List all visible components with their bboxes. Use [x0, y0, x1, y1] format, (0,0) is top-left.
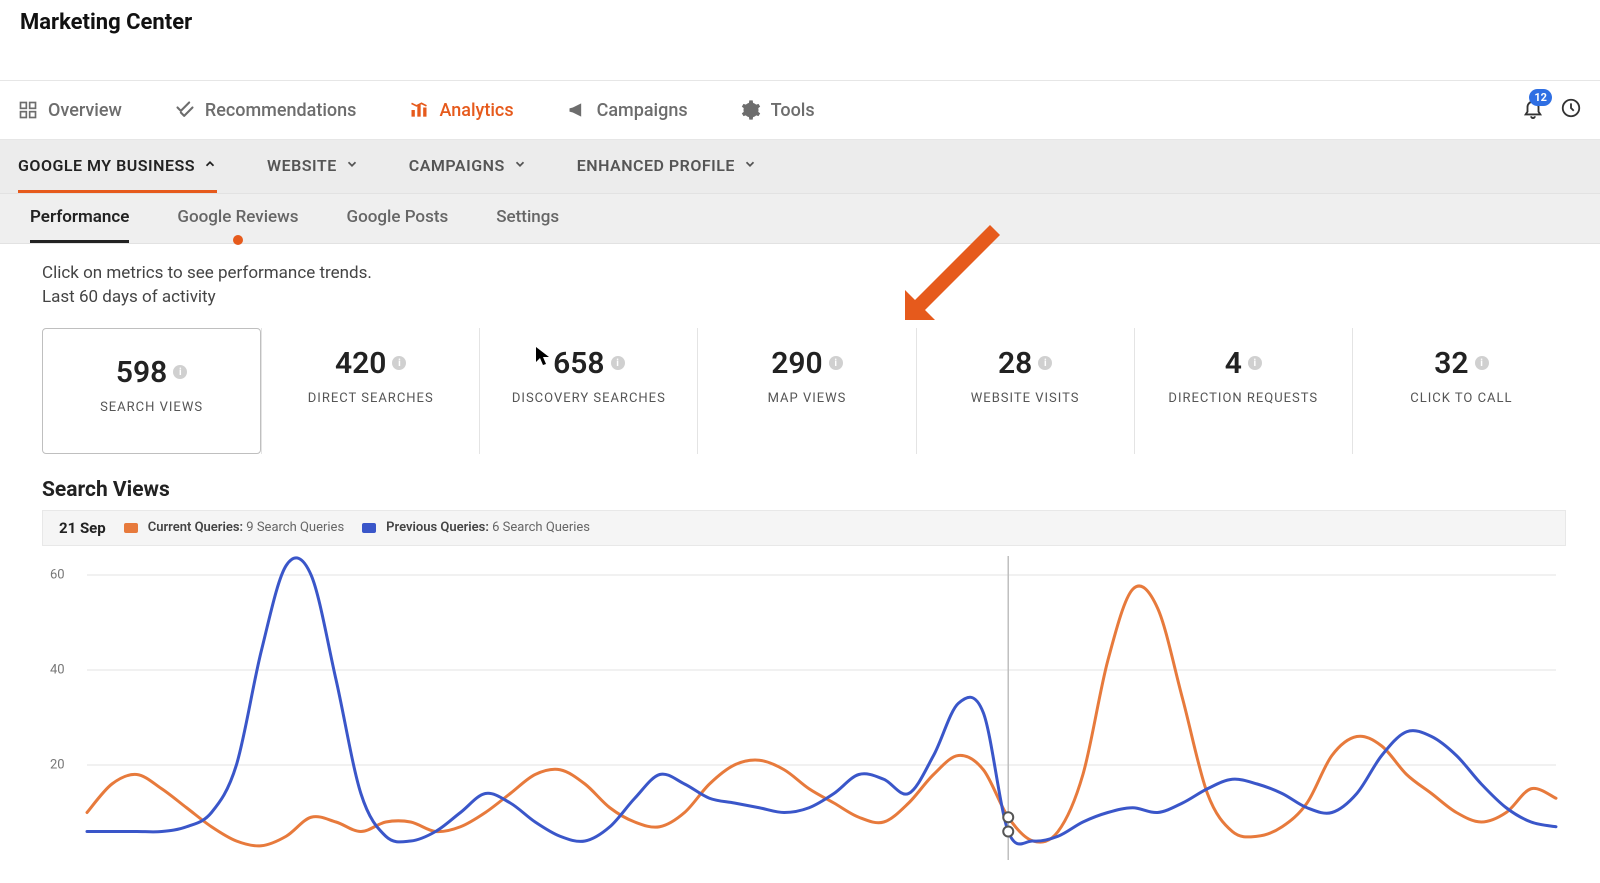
tab-label: Google Posts: [347, 207, 449, 227]
info-icon[interactable]: i: [829, 356, 843, 370]
history-button[interactable]: [1560, 97, 1582, 123]
nav-label: Campaigns: [597, 100, 688, 121]
grid-icon: [18, 100, 38, 120]
chart-title: Search Views: [42, 478, 1570, 502]
info-icon[interactable]: i: [611, 356, 625, 370]
subtab-label: WEBSITE: [267, 156, 337, 175]
page-title: Marketing Center: [0, 0, 1600, 80]
chevron-down-icon: [743, 156, 757, 175]
metric-value: 32: [1434, 346, 1468, 381]
info-icon[interactable]: i: [1038, 356, 1052, 370]
subtab-google-my-business[interactable]: GOOGLE MY BUSINESS: [18, 140, 217, 193]
metrics-row: 598 i SEARCH VIEWS 420 i DIRECT SEARCHES 658 i D…: [42, 328, 1570, 454]
y-axis-tick: 60: [50, 567, 65, 582]
swatch-orange-icon: [124, 523, 138, 533]
info-icon[interactable]: i: [173, 365, 187, 379]
metric-label: DIRECTION REQUESTS: [1145, 391, 1342, 406]
y-axis-tick: 40: [50, 662, 65, 677]
nav-campaigns[interactable]: Campaigns: [567, 81, 716, 139]
metric-card[interactable]: 32 i CLICK TO CALL: [1352, 328, 1570, 454]
tab-label: Settings: [496, 207, 559, 227]
nav-analytics[interactable]: Analytics: [409, 81, 541, 139]
metric-value: 420: [335, 346, 386, 381]
metric-label: MAP VIEWS: [708, 391, 905, 406]
legend-current-value: 9 Search Queries: [246, 520, 344, 535]
subtab-campaigns[interactable]: CAMPAIGNS: [409, 140, 527, 193]
metric-card[interactable]: 28 i WEBSITE VISITS: [916, 328, 1134, 454]
metric-label: SEARCH VIEWS: [53, 400, 250, 415]
top-nav: Overview Recommendations Analytics Campa…: [0, 80, 1600, 140]
swatch-blue-icon: [362, 523, 376, 533]
check-icon: [175, 100, 195, 120]
subtab-website[interactable]: WEBSITE: [267, 140, 359, 193]
chart-legend: 21 Sep Current Queries: 9 Search Queries…: [42, 510, 1566, 546]
info-icon[interactable]: i: [1248, 356, 1262, 370]
chevron-down-icon: [345, 156, 359, 175]
hint-line: Click on metrics to see performance tren…: [42, 262, 1570, 286]
nav-overview[interactable]: Overview: [18, 81, 150, 139]
y-axis-tick: 20: [50, 757, 65, 772]
indicator-dot-icon: [233, 235, 243, 245]
metric-value: 658: [553, 346, 604, 381]
chart-area[interactable]: 20 40 60: [42, 546, 1566, 866]
metric-label: DIRECT SEARCHES: [272, 391, 469, 406]
metric-card[interactable]: 290 i MAP VIEWS: [697, 328, 915, 454]
tab-google-posts[interactable]: Google Posts: [347, 194, 449, 243]
gear-icon: [741, 100, 761, 120]
metric-card[interactable]: 598 i SEARCH VIEWS: [42, 328, 261, 454]
chevron-down-icon: [513, 156, 527, 175]
notifications-badge: 12: [1529, 89, 1552, 106]
legend-previous-value: 6 Search Queries: [492, 520, 590, 535]
metric-label: CLICK TO CALL: [1363, 391, 1560, 406]
subtab-label: CAMPAIGNS: [409, 156, 505, 175]
megaphone-icon: [567, 100, 587, 120]
tab-label: Google Reviews: [177, 207, 298, 227]
bars-icon: [409, 100, 429, 120]
sub-nav: GOOGLE MY BUSINESS WEBSITE CAMPAIGNS ENH…: [0, 140, 1600, 194]
metric-label: DISCOVERY SEARCHES: [490, 391, 687, 406]
metric-label: WEBSITE VISITS: [927, 391, 1124, 406]
metric-value: 598: [116, 355, 167, 390]
nav-label: Recommendations: [205, 100, 357, 121]
chevron-up-icon: [203, 156, 217, 175]
metric-value: 28: [998, 346, 1032, 381]
legend-date: 21 Sep: [59, 519, 106, 537]
metric-card[interactable]: 4i DIRECTION REQUESTS: [1134, 328, 1352, 454]
metric-value: 290: [771, 346, 822, 381]
tertiary-nav: Performance Google Reviews Google Posts …: [0, 194, 1600, 244]
tab-label: Performance: [30, 207, 129, 227]
hint-line: Last 60 days of activity: [42, 286, 1570, 310]
subtab-label: GOOGLE MY BUSINESS: [18, 156, 195, 175]
legend-current-label: Current Queries:: [148, 520, 243, 535]
nav-label: Tools: [771, 100, 815, 121]
nav-tools[interactable]: Tools: [741, 81, 843, 139]
info-icon[interactable]: i: [392, 356, 406, 370]
subtab-enhanced-profile[interactable]: ENHANCED PROFILE: [577, 140, 757, 193]
nav-label: Analytics: [439, 100, 513, 121]
subtab-label: ENHANCED PROFILE: [577, 156, 735, 175]
tab-settings[interactable]: Settings: [496, 194, 559, 243]
legend-previous-label: Previous Queries:: [386, 520, 489, 535]
tab-performance[interactable]: Performance: [30, 194, 129, 243]
nav-recommendations[interactable]: Recommendations: [175, 81, 385, 139]
info-icon[interactable]: i: [1475, 356, 1489, 370]
metric-value: 4: [1225, 346, 1242, 381]
metric-card[interactable]: 420 i DIRECT SEARCHES: [261, 328, 479, 454]
tab-google-reviews[interactable]: Google Reviews: [177, 194, 298, 243]
nav-label: Overview: [48, 100, 122, 121]
metric-card[interactable]: 658 i DISCOVERY SEARCHES: [479, 328, 697, 454]
hint-text: Click on metrics to see performance tren…: [42, 262, 1570, 310]
notifications-button[interactable]: 12: [1522, 97, 1544, 123]
